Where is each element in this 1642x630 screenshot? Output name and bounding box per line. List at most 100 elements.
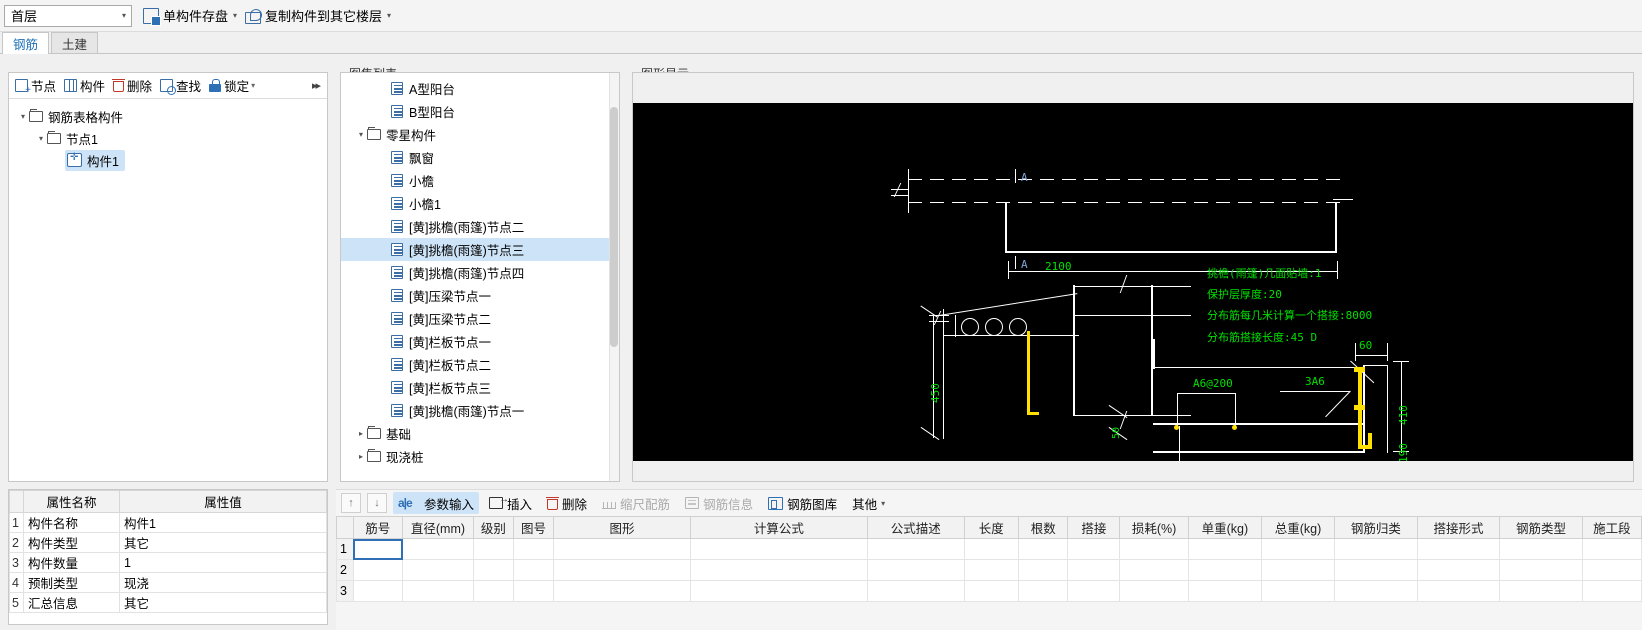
- tab-tujian[interactable]: 土建: [51, 32, 99, 53]
- rebar-column-header[interactable]: 钢筋类型: [1499, 516, 1583, 539]
- rebar-cell[interactable]: [512, 580, 555, 602]
- chevron-down-icon[interactable]: ▾: [355, 130, 367, 139]
- rebar-cell[interactable]: [1119, 538, 1189, 560]
- rebar-cell[interactable]: [553, 538, 691, 560]
- atlas-list-item[interactable]: [黄]挑檐(雨篷)节点三: [341, 238, 619, 261]
- rebar-cell[interactable]: [1334, 559, 1418, 581]
- atlas-list-item[interactable]: [黄]栏板节点三: [341, 376, 619, 399]
- rebar-cell[interactable]: [352, 559, 404, 581]
- rebar-cell[interactable]: [1581, 580, 1642, 602]
- property-row[interactable]: 1 构件名称 构件1: [9, 512, 327, 533]
- rebar-cell[interactable]: [1017, 538, 1069, 560]
- property-value-cell[interactable]: 其它: [119, 592, 327, 613]
- rebar-cell[interactable]: [1416, 559, 1501, 581]
- rebar-column-header[interactable]: 图形: [553, 516, 691, 539]
- insert-button[interactable]: 插入: [484, 492, 537, 514]
- cad-canvas[interactable]: A A 2100 挑檐(雨篷)几面贴墙:1 保护层厚度:20 分布筋每几米计算一…: [633, 103, 1633, 461]
- rebar-cell[interactable]: [963, 580, 1019, 602]
- rebar-cell[interactable]: [402, 559, 474, 581]
- rebar-cell[interactable]: [472, 580, 514, 602]
- move-down-button[interactable]: ↓: [367, 493, 387, 513]
- delete-row-button[interactable]: 删除: [542, 492, 592, 514]
- tree-node-goujian1[interactable]: 构件1: [9, 149, 327, 171]
- rebar-cell[interactable]: [1499, 559, 1583, 581]
- property-row[interactable]: 3 构件数量 1: [9, 552, 327, 573]
- rebar-cell[interactable]: [1499, 538, 1583, 560]
- rebar-cell[interactable]: [1416, 538, 1501, 560]
- move-up-button[interactable]: ↑: [341, 493, 361, 513]
- table-row[interactable]: 2: [336, 559, 1642, 581]
- rebar-cell[interactable]: [472, 538, 514, 560]
- save-component-button[interactable]: 单构件存盘 ▾: [140, 4, 240, 28]
- rebar-cell[interactable]: [1187, 580, 1262, 602]
- add-component-button[interactable]: 构件: [62, 75, 107, 97]
- rebar-column-header[interactable]: 直径(mm): [402, 516, 474, 539]
- atlas-list-item[interactable]: [黄]压梁节点二: [341, 307, 619, 330]
- rebar-column-header[interactable]: 计算公式: [689, 516, 868, 539]
- atlas-list-item[interactable]: [黄]挑檐(雨篷)节点二: [341, 215, 619, 238]
- rebar-cell[interactable]: [1017, 559, 1069, 581]
- atlas-list-item[interactable]: ▾ 零星构件: [341, 123, 619, 146]
- rebar-cell[interactable]: [1334, 580, 1418, 602]
- rebar-column-header[interactable]: 施工段: [1581, 516, 1642, 539]
- copy-to-floor-button[interactable]: 复制构件到其它楼层 ▾: [242, 4, 394, 28]
- rebar-cell[interactable]: [866, 538, 965, 560]
- rebar-cell[interactable]: [1581, 538, 1642, 560]
- atlas-list-item[interactable]: 小檐1: [341, 192, 619, 215]
- atlas-list-item[interactable]: [黄]压梁节点一: [341, 284, 619, 307]
- rebar-cell[interactable]: [1067, 580, 1121, 602]
- rebar-cell[interactable]: [1260, 538, 1336, 560]
- rebar-cell[interactable]: [1119, 559, 1189, 581]
- atlas-list-item[interactable]: 小檐: [341, 169, 619, 192]
- atlas-list-item[interactable]: ▸ 基础: [341, 422, 619, 445]
- rebar-column-header[interactable]: 根数: [1017, 516, 1069, 539]
- property-row[interactable]: 5 汇总信息 其它: [9, 592, 327, 613]
- rebar-cell[interactable]: [689, 580, 868, 602]
- rebar-column-header[interactable]: 图号: [512, 516, 555, 539]
- property-value-cell[interactable]: 现浇: [119, 572, 327, 593]
- rebar-column-header[interactable]: 搭接: [1067, 516, 1121, 539]
- rebar-cell[interactable]: [352, 538, 404, 560]
- atlas-list-scroll-thumb[interactable]: [610, 107, 618, 347]
- chevron-down-icon[interactable]: ▾: [17, 112, 29, 121]
- atlas-list-item[interactable]: [黄]挑檐(雨篷)节点四: [341, 261, 619, 284]
- delete-button[interactable]: 删除: [111, 75, 154, 97]
- rebar-cell[interactable]: [866, 580, 965, 602]
- rebar-library-button[interactable]: 钢筋图库: [763, 492, 842, 514]
- rebar-cell[interactable]: [963, 538, 1019, 560]
- atlas-list-item[interactable]: ▸ 现浇桩: [341, 445, 619, 468]
- floor-selector[interactable]: 首层 ▾: [4, 4, 132, 27]
- rebar-cell[interactable]: [1416, 580, 1501, 602]
- rebar-cell[interactable]: [1334, 538, 1418, 560]
- rebar-cell[interactable]: [1581, 559, 1642, 581]
- rebar-cell[interactable]: [402, 538, 474, 560]
- property-value-cell[interactable]: 1: [119, 552, 327, 573]
- rebar-cell[interactable]: [1067, 538, 1121, 560]
- table-row[interactable]: 1: [336, 538, 1642, 560]
- property-value-cell[interactable]: 其它: [119, 532, 327, 553]
- rebar-column-header[interactable]: 级别: [472, 516, 514, 539]
- tree-node-root[interactable]: ▾ 钢筋表格构件: [9, 105, 327, 127]
- rebar-column-header[interactable]: 公式描述: [866, 516, 965, 539]
- rebar-column-header[interactable]: 钢筋归类: [1334, 516, 1418, 539]
- atlas-list-panel[interactable]: A型阳台 B型阳台 ▾ 零星构件 飘窗 小檐 小檐1 [黄]挑檐(雨篷)节点二 [黄]挑檐(雨篷…: [340, 72, 620, 482]
- rebar-cell[interactable]: [512, 538, 555, 560]
- chevron-down-icon[interactable]: ▾: [249, 81, 255, 90]
- atlas-list-item[interactable]: 飘窗: [341, 146, 619, 169]
- tab-gangjin[interactable]: 钢筋: [2, 32, 50, 54]
- chevron-down-icon[interactable]: ▾: [35, 134, 47, 143]
- rebar-cell[interactable]: [1260, 580, 1336, 602]
- rebar-cell[interactable]: [1260, 559, 1336, 581]
- property-row[interactable]: 4 预制类型 现浇: [9, 572, 327, 593]
- chevron-right-icon[interactable]: ▸: [355, 429, 367, 438]
- rebar-cell[interactable]: [1187, 559, 1262, 581]
- atlas-list-item[interactable]: B型阳台: [341, 100, 619, 123]
- rebar-column-header[interactable]: 长度: [963, 516, 1019, 539]
- rebar-cell[interactable]: [402, 580, 474, 602]
- expand-more-icon[interactable]: ▸▸: [312, 79, 323, 92]
- rebar-column-header[interactable]: 损耗(%): [1119, 516, 1189, 539]
- find-button[interactable]: 查找: [158, 75, 203, 97]
- rebar-cell[interactable]: [472, 559, 514, 581]
- rebar-cell[interactable]: [1187, 538, 1262, 560]
- rebar-column-header[interactable]: 总重(kg): [1260, 516, 1336, 539]
